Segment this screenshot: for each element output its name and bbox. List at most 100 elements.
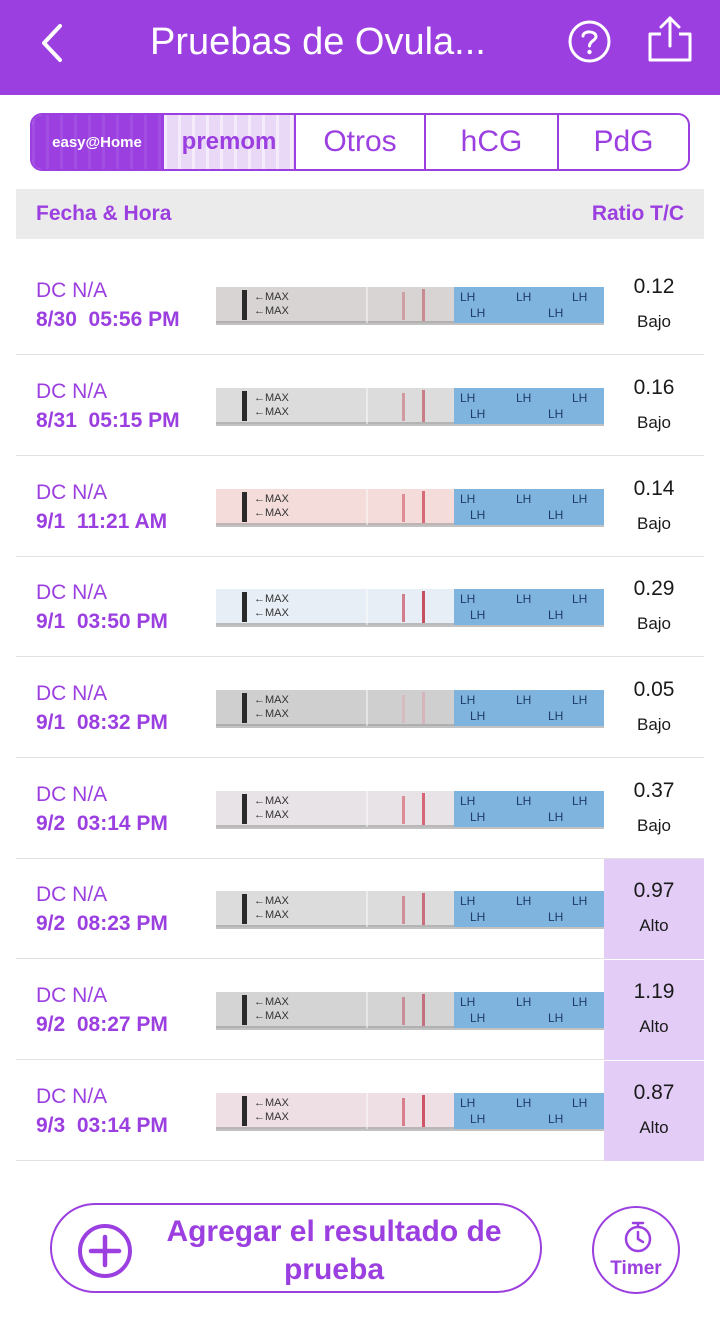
svg-text:LH: LH: [470, 306, 485, 320]
svg-text:LH: LH: [548, 306, 563, 320]
test-strip-image[interactable]: ←MAX ←MAX LH LH LH LH LH: [216, 787, 604, 831]
svg-text:LH: LH: [516, 290, 531, 304]
svg-text:←MAX: ←MAX: [254, 1111, 290, 1123]
svg-text:LH: LH: [516, 693, 531, 707]
svg-text:←MAX: ←MAX: [254, 809, 290, 821]
ratio-cell: 0.29 Bajo: [604, 557, 704, 657]
ratio-level: Alto: [639, 1118, 669, 1137]
tab-easyathome[interactable]: easy@Home: [32, 115, 164, 169]
cycle-day: DC N/A: [36, 883, 108, 906]
ratio-level: Bajo: [636, 413, 672, 432]
cycle-day: DC N/A: [36, 682, 108, 705]
ratio-value: 0.16: [633, 376, 675, 399]
tab-hcg[interactable]: hCG: [426, 115, 559, 169]
svg-text:LH: LH: [460, 794, 475, 808]
ratio-value: 0.14: [633, 477, 675, 500]
top-app-bar: Pruebas de Ovula...: [0, 0, 720, 95]
svg-text:LH: LH: [470, 810, 485, 824]
test-datetime: 9/2 03:14 PM: [36, 812, 168, 835]
svg-text:LH: LH: [548, 407, 563, 421]
cycle-day: DC N/A: [36, 984, 108, 1007]
svg-text:LH: LH: [548, 608, 563, 622]
test-strip-image[interactable]: ←MAX ←MAX LH LH LH LH LH: [216, 988, 604, 1032]
cycle-day: DC N/A: [36, 1085, 108, 1108]
cycle-day: DC N/A: [36, 380, 108, 403]
share-button[interactable]: [646, 14, 694, 64]
svg-text:←MAX: ←MAX: [254, 493, 290, 505]
svg-text:←MAX: ←MAX: [254, 392, 290, 404]
svg-text:LH: LH: [548, 1112, 563, 1126]
test-datetime: 9/3 03:14 PM: [36, 1114, 168, 1137]
tab-easyathome-label: easy@Home: [52, 133, 142, 151]
table-header: Fecha & Hora Ratio T/C: [16, 189, 704, 239]
svg-text:LH: LH: [460, 1096, 475, 1110]
test-strip-image[interactable]: ←MAX ←MAX LH LH LH LH LH: [216, 384, 604, 428]
strip-graphic: ←MAX ←MAX LH LH LH LH LH: [216, 388, 604, 426]
svg-text:←MAX: ←MAX: [254, 895, 290, 907]
svg-text:LH: LH: [460, 693, 475, 707]
svg-text:←MAX: ←MAX: [254, 291, 290, 303]
cycle-day: DC N/A: [36, 581, 108, 604]
test-strip-image[interactable]: ←MAX ←MAX LH LH LH LH LH: [216, 585, 604, 629]
ratio-value: 1.19: [633, 980, 675, 1003]
test-strip-image[interactable]: ←MAX ←MAX LH LH LH LH LH: [216, 887, 604, 931]
table-row[interactable]: DC N/A 9/2 03:14 PM ←MAX ←MAX LH LH LH LH LH 0.37…: [16, 759, 704, 859]
ratio-cell: 0.16 Bajo: [604, 356, 704, 456]
ratio-level: Bajo: [636, 614, 672, 633]
table-row[interactable]: DC N/A 9/1 03:50 PM ←MAX ←MAX LH LH LH LH LH 0.29…: [16, 557, 704, 657]
test-strip-image[interactable]: ←MAX ←MAX LH LH LH LH LH: [216, 283, 604, 327]
svg-text:←MAX: ←MAX: [254, 1010, 290, 1022]
table-row[interactable]: DC N/A 8/30 05:56 PM ←MAX ←MAX LH LH LH LH LH 0.1…: [16, 255, 704, 355]
tab-otros[interactable]: Otros: [296, 115, 426, 169]
back-button[interactable]: [30, 18, 74, 68]
ratio-cell: 0.12 Bajo: [604, 255, 704, 355]
svg-text:LH: LH: [572, 894, 587, 908]
ratio-value: 0.12: [633, 275, 675, 298]
cycle-day: DC N/A: [36, 783, 108, 806]
timer-button[interactable]: Timer: [592, 1206, 680, 1294]
help-circle-icon: [568, 20, 611, 63]
test-strip-image[interactable]: ←MAX ←MAX LH LH LH LH LH: [216, 485, 604, 529]
svg-text:LH: LH: [572, 391, 587, 405]
svg-text:←MAX: ←MAX: [254, 996, 290, 1008]
table-row[interactable]: DC N/A 9/1 08:32 PM ←MAX ←MAX LH LH LH LH LH 0.05…: [16, 658, 704, 758]
strip-graphic: ←MAX ←MAX LH LH LH LH LH: [216, 690, 604, 728]
help-button[interactable]: [567, 19, 612, 64]
test-strip-image[interactable]: ←MAX ←MAX LH LH LH LH LH: [216, 1089, 604, 1133]
test-strip-image[interactable]: ←MAX ←MAX LH LH LH LH LH: [216, 686, 604, 730]
strip-graphic: ←MAX ←MAX LH LH LH LH LH: [216, 589, 604, 627]
svg-text:LH: LH: [516, 391, 531, 405]
strip-graphic: ←MAX ←MAX LH LH LH LH LH: [216, 287, 604, 325]
brand-tabs: easy@Home premom Otros hCG PdG: [30, 113, 690, 171]
table-row[interactable]: DC N/A 9/2 08:27 PM ←MAX ←MAX LH LH LH LH LH 1.19…: [16, 960, 704, 1060]
table-row[interactable]: DC N/A 9/3 03:14 PM ←MAX ←MAX LH LH LH LH LH 0.87…: [16, 1061, 704, 1161]
table-row[interactable]: DC N/A 8/31 05:15 PM ←MAX ←MAX LH LH LH LH LH 0.1…: [16, 356, 704, 456]
ratio-value: 0.97: [633, 879, 675, 902]
svg-text:LH: LH: [460, 290, 475, 304]
ratio-value: 0.37: [633, 779, 675, 802]
svg-text:←MAX: ←MAX: [254, 694, 290, 706]
test-datetime: 9/1 08:32 PM: [36, 711, 168, 734]
svg-text:LH: LH: [516, 492, 531, 506]
ratio-value: 0.29: [633, 577, 675, 600]
svg-text:LH: LH: [460, 894, 475, 908]
tab-premom[interactable]: premom: [164, 115, 296, 169]
table-row[interactable]: DC N/A 9/1 11:21 AM ←MAX ←MAX LH LH LH LH LH 0.14…: [16, 457, 704, 557]
svg-text:LH: LH: [516, 894, 531, 908]
table-row[interactable]: DC N/A 9/2 08:23 PM ←MAX ←MAX LH LH LH LH LH 0.97…: [16, 859, 704, 959]
add-result-button[interactable]: Agregar el resultado de prueba: [50, 1203, 542, 1293]
svg-text:LH: LH: [572, 290, 587, 304]
svg-text:LH: LH: [572, 592, 587, 606]
tab-pdg[interactable]: PdG: [559, 115, 688, 169]
strip-graphic: ←MAX ←MAX LH LH LH LH LH: [216, 891, 604, 929]
tab-hcg-label: hCG: [460, 125, 523, 158]
svg-text:LH: LH: [572, 492, 587, 506]
test-datetime: 9/2 08:23 PM: [36, 912, 168, 935]
svg-text:LH: LH: [460, 492, 475, 506]
svg-text:LH: LH: [572, 794, 587, 808]
svg-text:LH: LH: [572, 693, 587, 707]
ratio-level: Alto: [639, 1017, 669, 1036]
svg-text:LH: LH: [460, 592, 475, 606]
ratio-cell: 0.37 Bajo: [604, 759, 704, 859]
test-datetime: 8/31 05:15 PM: [36, 409, 180, 432]
